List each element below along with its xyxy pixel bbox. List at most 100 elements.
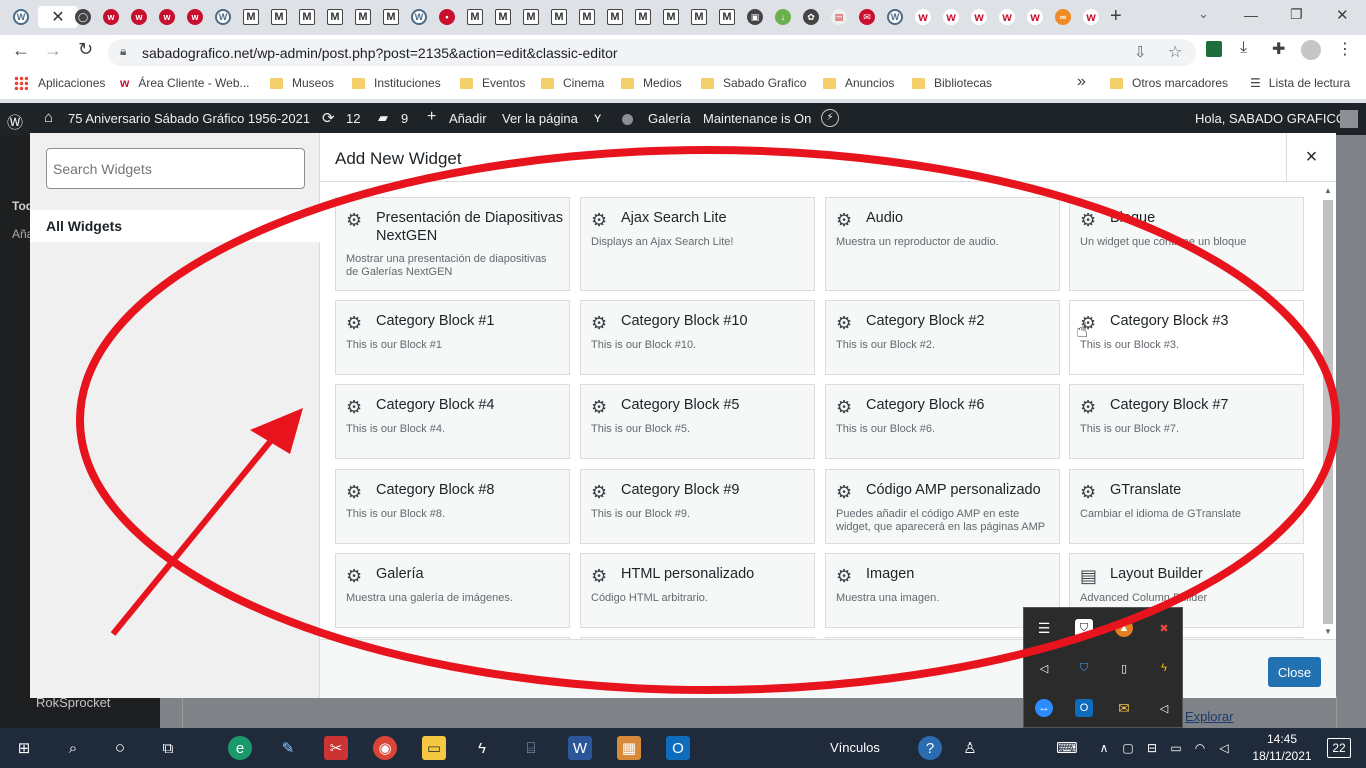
app-grid-icon[interactable]: ▦ — [617, 736, 641, 760]
search-icon[interactable]: ⌕ — [61, 736, 85, 760]
widget-card[interactable]: ⚙ Category Block #1 This is our Block #1 — [335, 300, 570, 375]
bookmark-eventos[interactable]: Eventos — [460, 76, 525, 90]
tab-w6[interactable]: w — [940, 6, 962, 28]
tab-w7[interactable]: w — [968, 6, 990, 28]
tab-app[interactable]: ▣ — [744, 6, 766, 28]
tab-globe[interactable]: ◯ — [72, 6, 94, 28]
tab-m9[interactable]: M — [520, 6, 542, 28]
widget-card[interactable]: ⚙ Audio Muestra un reproductor de audio. — [825, 197, 1060, 291]
back-icon[interactable]: ← — [12, 40, 30, 61]
tab-link[interactable]: ∞ — [1052, 6, 1074, 28]
add-new-link[interactable]: Añadir — [449, 111, 487, 126]
widget-card[interactable]: ⚙ Category Block #2 This is our Block #2. — [825, 300, 1060, 375]
scroll-up-icon[interactable]: ▲ — [1324, 186, 1332, 195]
widget-card[interactable]: ⚙ Category Block #9 This is our Block #9. — [580, 469, 815, 544]
all-widgets-tab[interactable]: All Widgets — [30, 210, 320, 242]
volume-muted-icon[interactable]: ◁ — [1035, 659, 1053, 677]
scroll-down-icon[interactable]: ▼ — [1324, 627, 1332, 636]
flash-icon[interactable]: ϟ — [470, 736, 494, 760]
forward-icon[interactable]: → — [44, 40, 62, 61]
tab-w5[interactable]: w — [912, 6, 934, 28]
bookmark-medios[interactable]: Medios — [621, 76, 682, 90]
tab-red[interactable]: • — [436, 6, 458, 28]
widget-card[interactable]: ⚙ Category Block #8 This is our Block #8. — [335, 469, 570, 544]
word-icon[interactable]: W — [568, 736, 592, 760]
widget-card[interactable]: ⚙ HTML personalizado Código HTML arbitrari… — [580, 553, 815, 628]
defender-icon[interactable]: ⛉ — [1075, 659, 1093, 677]
power-icon[interactable]: ⚡ — [821, 109, 839, 127]
task-view-icon[interactable]: ⧉ — [156, 736, 180, 760]
tab-wp4[interactable]: W — [884, 6, 906, 28]
pen-icon[interactable]: ✎ — [276, 736, 300, 760]
profile-avatar[interactable] — [1301, 40, 1321, 60]
tab-doc[interactable]: ▤ — [828, 6, 850, 28]
device-icon[interactable]: ▢ — [1116, 736, 1140, 760]
widget-card[interactable]: ⚙ Presentación de Diapositivas NextGEN Mos… — [335, 197, 570, 291]
tab-m7[interactable]: M — [464, 6, 486, 28]
people-icon[interactable]: ♙ — [958, 736, 982, 760]
teamviewer-icon[interactable]: ↔ — [1035, 699, 1053, 717]
gallery-link[interactable]: Galería — [648, 111, 691, 126]
widget-card[interactable]: ⚙ Código AMP personalizado Puedes añadir e… — [825, 469, 1060, 544]
close-modal-button[interactable]: × — [1286, 133, 1336, 182]
tab-download[interactable]: ↓ — [772, 6, 794, 28]
vlc-icon[interactable]: ▲ — [1115, 619, 1133, 637]
site-name-link[interactable]: 75 Aniversario Sábado Gráfico 1956-2021 — [68, 111, 310, 126]
close-button[interactable]: Close — [1268, 657, 1321, 687]
tab-w9[interactable]: w — [1024, 6, 1046, 28]
widget-card[interactable]: ⚙ Category Block #7 This is our Block #7. — [1069, 384, 1304, 459]
bookmark-area-cliente[interactable]: w Área Cliente - Web... — [120, 76, 250, 90]
tab-m13[interactable]: M — [632, 6, 654, 28]
bookmark-cinema[interactable]: Cinema — [541, 76, 604, 90]
chrome-icon[interactable]: ◉ — [373, 736, 397, 760]
tab-m15[interactable]: M — [688, 6, 710, 28]
chevron-up-icon[interactable]: ∧ — [1092, 736, 1116, 760]
edge-icon[interactable]: e — [228, 736, 252, 760]
clock-time[interactable]: 14:45 — [1262, 732, 1302, 746]
close-tab-icon[interactable]: ✕ — [51, 7, 64, 27]
bookmark-museos[interactable]: Museos — [270, 76, 334, 90]
menu-icon[interactable]: ⋮ — [1337, 39, 1353, 59]
updates-count[interactable]: 12 — [346, 111, 360, 126]
tab-search-icon[interactable]: ⌄ — [1198, 6, 1209, 22]
list-icon[interactable]: ☰ — [1035, 619, 1053, 637]
bookmark-otros[interactable]: Otros marcadores — [1110, 76, 1228, 90]
tab-w10[interactable]: w — [1080, 6, 1102, 28]
tab-m6[interactable]: M — [380, 6, 402, 28]
scrollbar-thumb[interactable] — [1323, 200, 1333, 624]
mail-icon[interactable]: ✉ — [1115, 699, 1133, 717]
reading-list[interactable]: ☰ Lista de lectura — [1250, 76, 1350, 90]
widget-card[interactable]: ⚙ Ajax Search Lite Displays an Ajax Search… — [580, 197, 815, 291]
wordpress-logo-icon[interactable]: Ⓦ — [7, 109, 23, 133]
url-text[interactable]: sabadografico.net/wp-admin/post.php?post… — [142, 45, 618, 61]
scanner-icon[interactable]: ⌸ — [519, 736, 543, 760]
speaker-icon[interactable]: ◁ — [1155, 699, 1173, 717]
puzzle-icon[interactable]: ✚ — [1272, 39, 1285, 59]
extension-icon[interactable] — [1206, 41, 1222, 57]
cortana-icon[interactable]: ○ — [108, 736, 132, 760]
windows-start-icon[interactable]: ⊞ — [12, 736, 36, 760]
tab-m14[interactable]: M — [660, 6, 682, 28]
shield-icon[interactable]: ⛉ — [1075, 619, 1093, 637]
widget-card[interactable]: ⚙ Bloque Un widget que contiene un bloque — [1069, 197, 1304, 291]
error-icon[interactable]: ✖ — [1155, 619, 1173, 637]
battery-icon[interactable]: ▭ — [1164, 736, 1188, 760]
paint-icon[interactable]: ✂ — [324, 736, 348, 760]
reload-icon[interactable]: ↻ — [78, 39, 93, 60]
tab-w8[interactable]: w — [996, 6, 1018, 28]
tab-news[interactable]: ✉ — [856, 6, 878, 28]
download-arrow-icon[interactable]: ⤓ — [1240, 39, 1247, 57]
wifi-icon[interactable]: ◠ — [1188, 736, 1212, 760]
widget-scrollbar[interactable]: ▲ ▼ — [1321, 186, 1335, 639]
tab-m2[interactable]: M — [268, 6, 290, 28]
tab-w1[interactable]: w — [100, 6, 122, 28]
tab-wordpress[interactable]: W — [10, 6, 32, 28]
minimize-icon[interactable]: — — [1244, 7, 1258, 23]
bolt-icon[interactable]: ϟ — [1155, 659, 1173, 677]
help-icon[interactable]: ? — [918, 736, 942, 760]
tab-m12[interactable]: M — [604, 6, 626, 28]
tab-w3[interactable]: w — [156, 6, 178, 28]
explore-link[interactable]: Explorar — [1185, 709, 1233, 724]
tab-plant[interactable]: ✿ — [800, 6, 822, 28]
bookmark-bibliotecas[interactable]: Bibliotecas — [912, 76, 992, 90]
